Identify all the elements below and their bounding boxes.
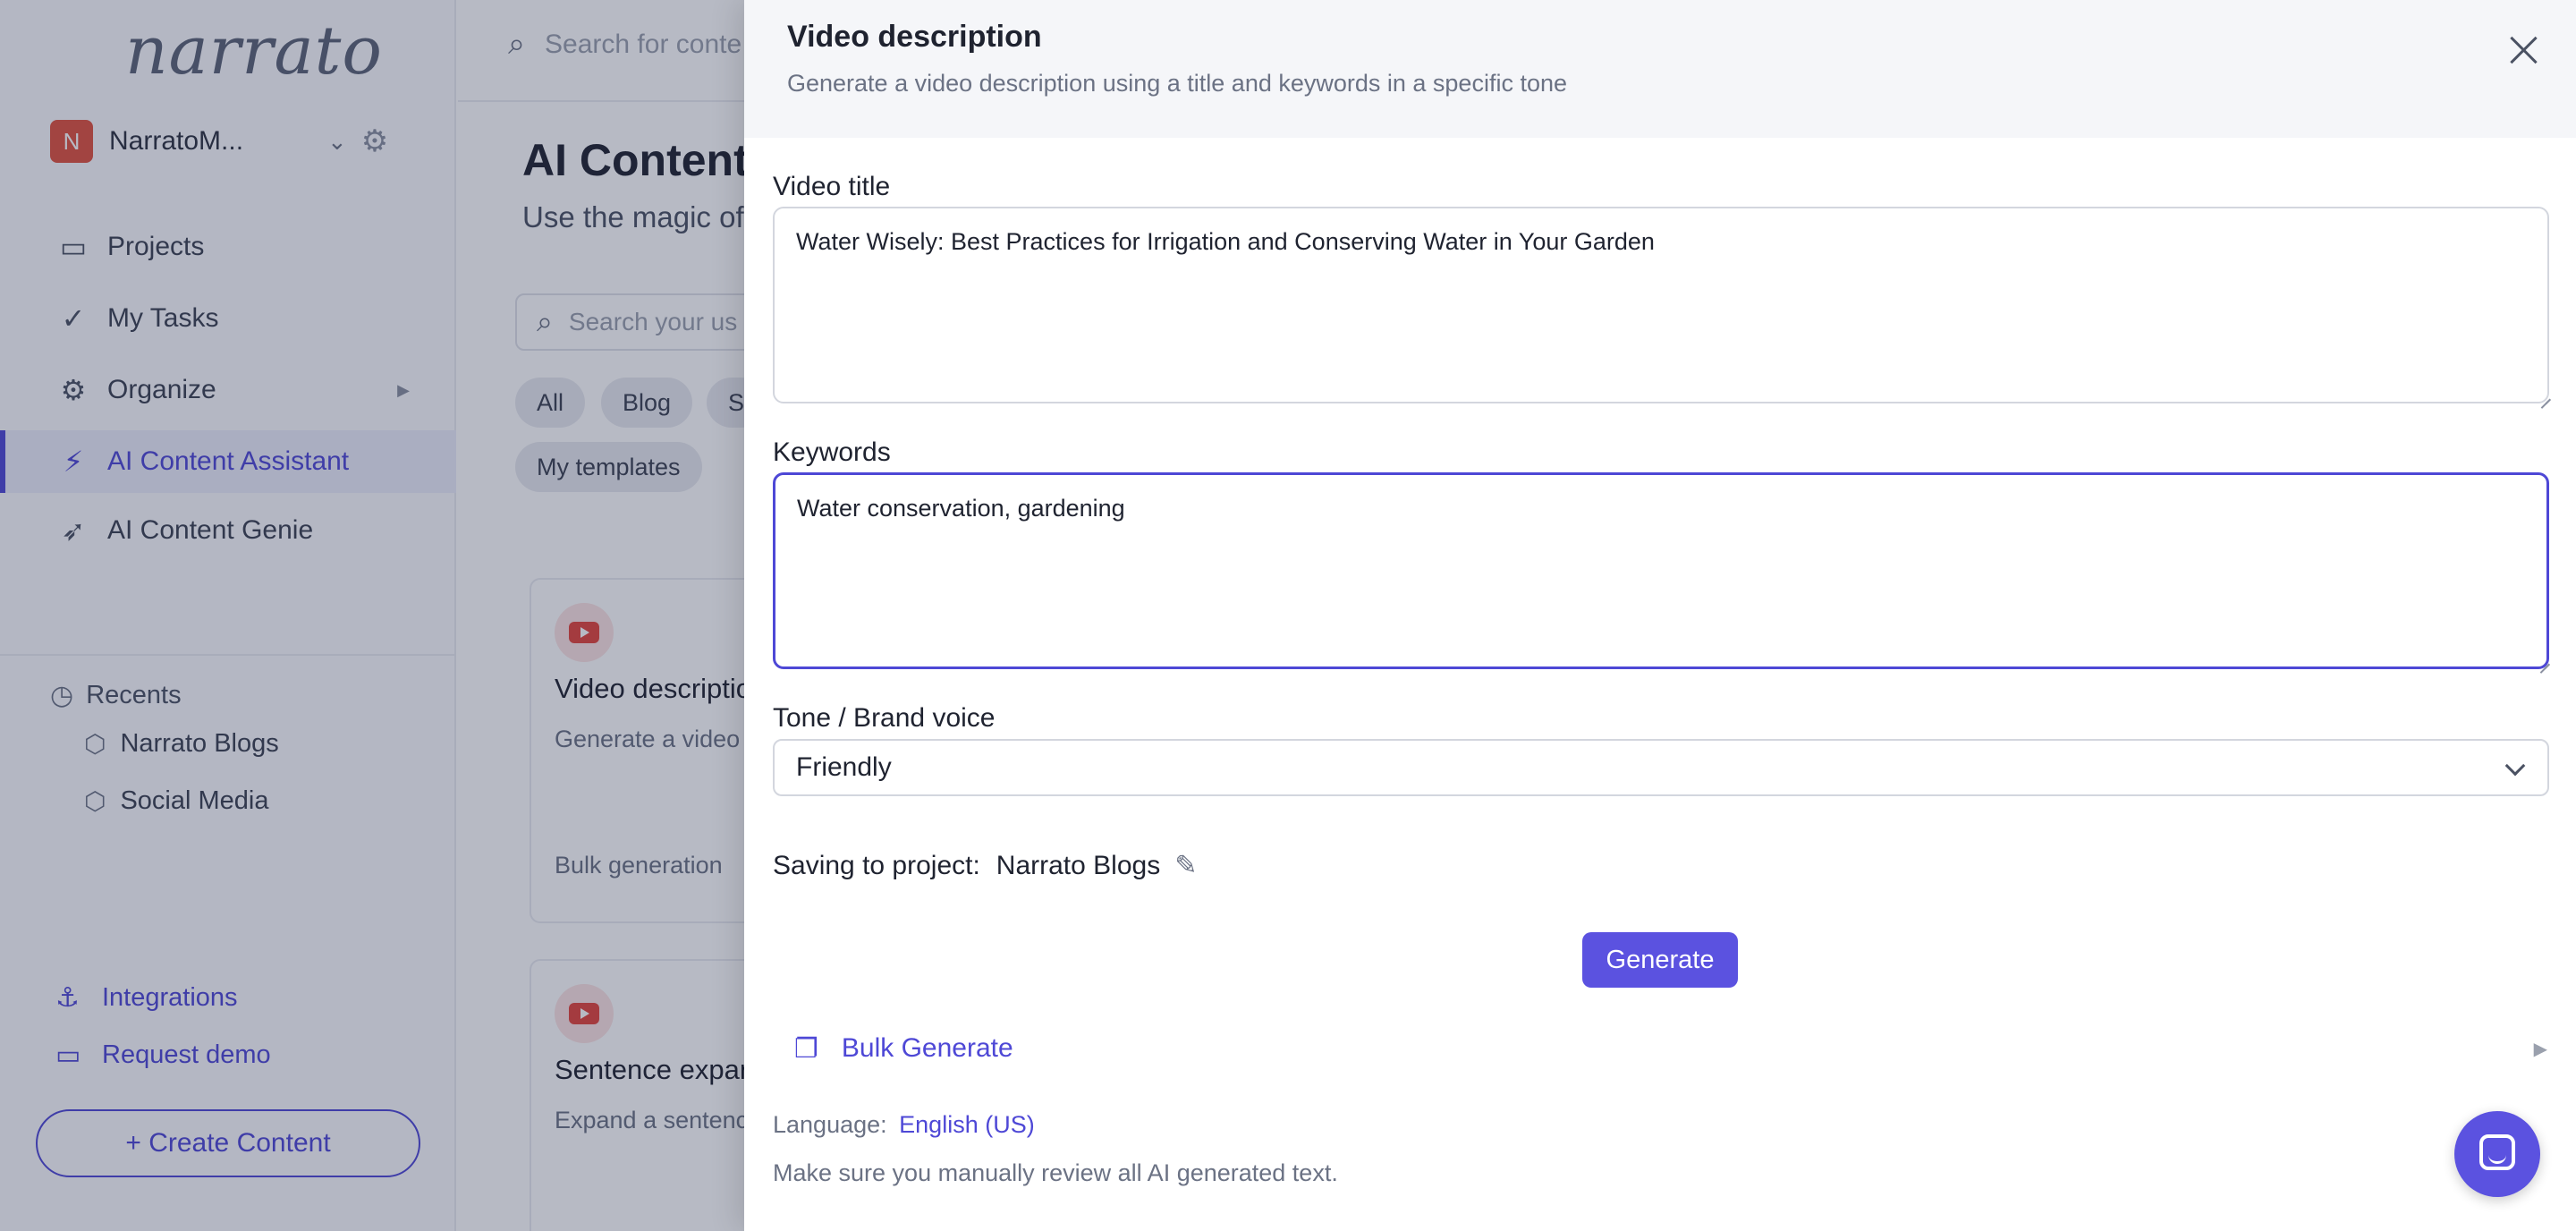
expand-arrow-icon: ▶ — [2533, 1039, 2547, 1059]
language-row: Language: English (US) — [773, 1111, 1035, 1139]
keywords-label: Keywords — [773, 437, 891, 467]
tone-selected-value: Friendly — [796, 752, 892, 782]
drawer-subtitle: Generate a video description using a tit… — [787, 70, 1568, 97]
saving-to-project: Saving to project: Narrato Blogs ✎ — [773, 850, 1197, 881]
tone-label: Tone / Brand voice — [773, 703, 996, 733]
language-label: Language: — [773, 1111, 887, 1138]
resize-handle-icon[interactable] — [2538, 387, 2553, 402]
generate-button[interactable]: Generate — [1582, 932, 1738, 988]
chat-launcher-button[interactable] — [2454, 1111, 2540, 1197]
video-title-label: Video title — [773, 172, 891, 201]
chat-icon — [2479, 1134, 2515, 1170]
edit-icon[interactable]: ✎ — [1174, 850, 1197, 881]
bulk-generate-toggle[interactable]: ❐ Bulk Generate ▶ — [794, 1031, 2547, 1066]
drawer-title: Video description — [787, 20, 1042, 54]
resize-handle-icon[interactable] — [2538, 652, 2552, 666]
keywords-field[interactable]: Water conservation, gardening — [773, 472, 2549, 669]
language-link[interactable]: English (US) — [899, 1111, 1035, 1138]
bulk-generate-label: Bulk Generate — [841, 1033, 1013, 1063]
saving-project-name: Narrato Blogs — [996, 850, 1161, 880]
tone-select[interactable]: Friendly — [773, 739, 2549, 796]
copy-icon: ❐ — [794, 1033, 818, 1064]
close-icon[interactable] — [2506, 32, 2542, 68]
video-description-drawer: Video description Generate a video descr… — [744, 0, 2576, 1231]
drawer-header: Video description Generate a video descr… — [744, 0, 2576, 138]
review-note: Make sure you manually review all AI gen… — [773, 1159, 1338, 1186]
chevron-down-icon — [2504, 755, 2526, 777]
video-title-field[interactable]: Water Wisely: Best Practices for Irrigat… — [773, 207, 2549, 403]
saving-label: Saving to project: — [773, 850, 980, 880]
